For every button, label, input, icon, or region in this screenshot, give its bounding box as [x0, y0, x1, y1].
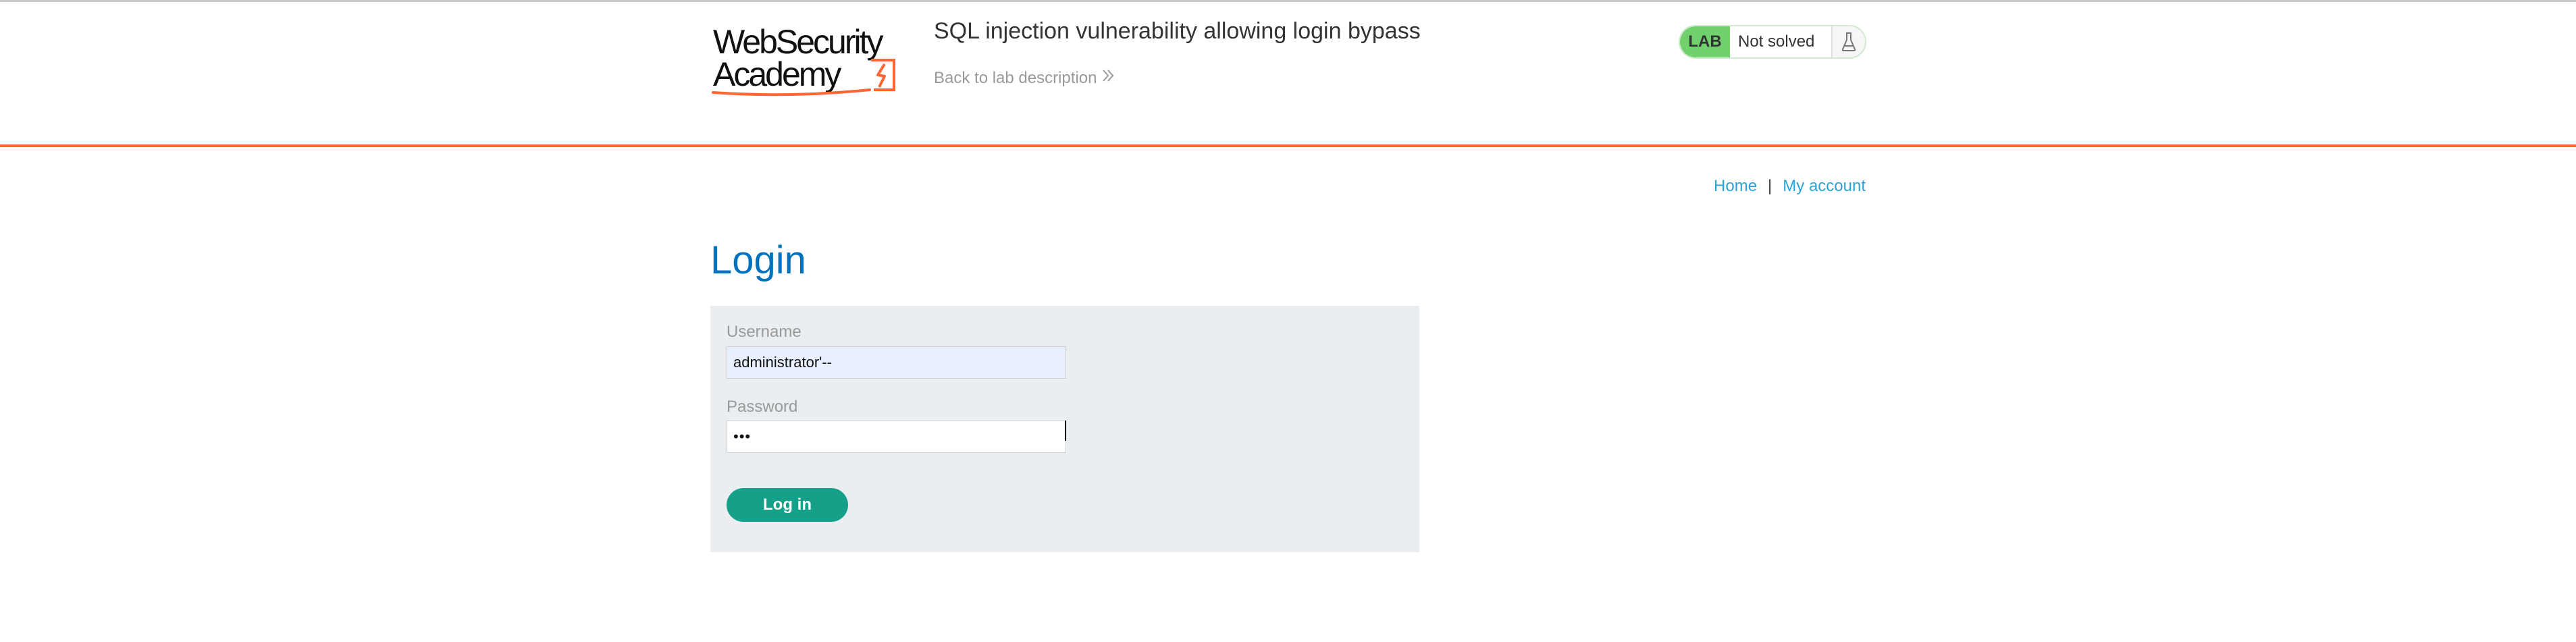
lightning-bolt-icon: [712, 59, 895, 97]
password-label: Password: [727, 398, 798, 416]
flask-icon[interactable]: [1831, 26, 1865, 57]
nav-my-account-link[interactable]: My account: [1783, 177, 1866, 196]
password-input[interactable]: •••: [727, 421, 1066, 453]
back-link-label: Back to lab description: [934, 68, 1097, 87]
username-label: Username: [727, 323, 801, 341]
lab-badge: LAB: [1680, 26, 1730, 57]
nav-home-link[interactable]: Home: [1714, 177, 1757, 196]
academy-header: WebSecurity Academy SQL injection vulner…: [0, 2, 2576, 144]
web-security-academy-logo[interactable]: WebSecurity Academy: [710, 22, 913, 98]
login-heading: Login: [710, 238, 806, 282]
username-input[interactable]: administrator'--: [727, 346, 1066, 379]
text-cursor: [1065, 421, 1066, 441]
back-to-lab-description-link[interactable]: Back to lab description: [934, 68, 1115, 88]
login-form: Username administrator'-- Password ••• L…: [710, 306, 1419, 552]
top-nav: Home | My account: [1714, 177, 1866, 196]
header-divider: [0, 144, 2576, 147]
log-in-button[interactable]: Log in: [727, 488, 848, 522]
lab-title: SQL injection vulnerability allowing log…: [934, 18, 1421, 44]
double-chevron-right-icon: [1102, 68, 1115, 88]
lab-solved-status: Not solved: [1738, 32, 1815, 51]
nav-separator: |: [1768, 177, 1772, 195]
lab-status-widget: LAB Not solved: [1679, 25, 1866, 59]
